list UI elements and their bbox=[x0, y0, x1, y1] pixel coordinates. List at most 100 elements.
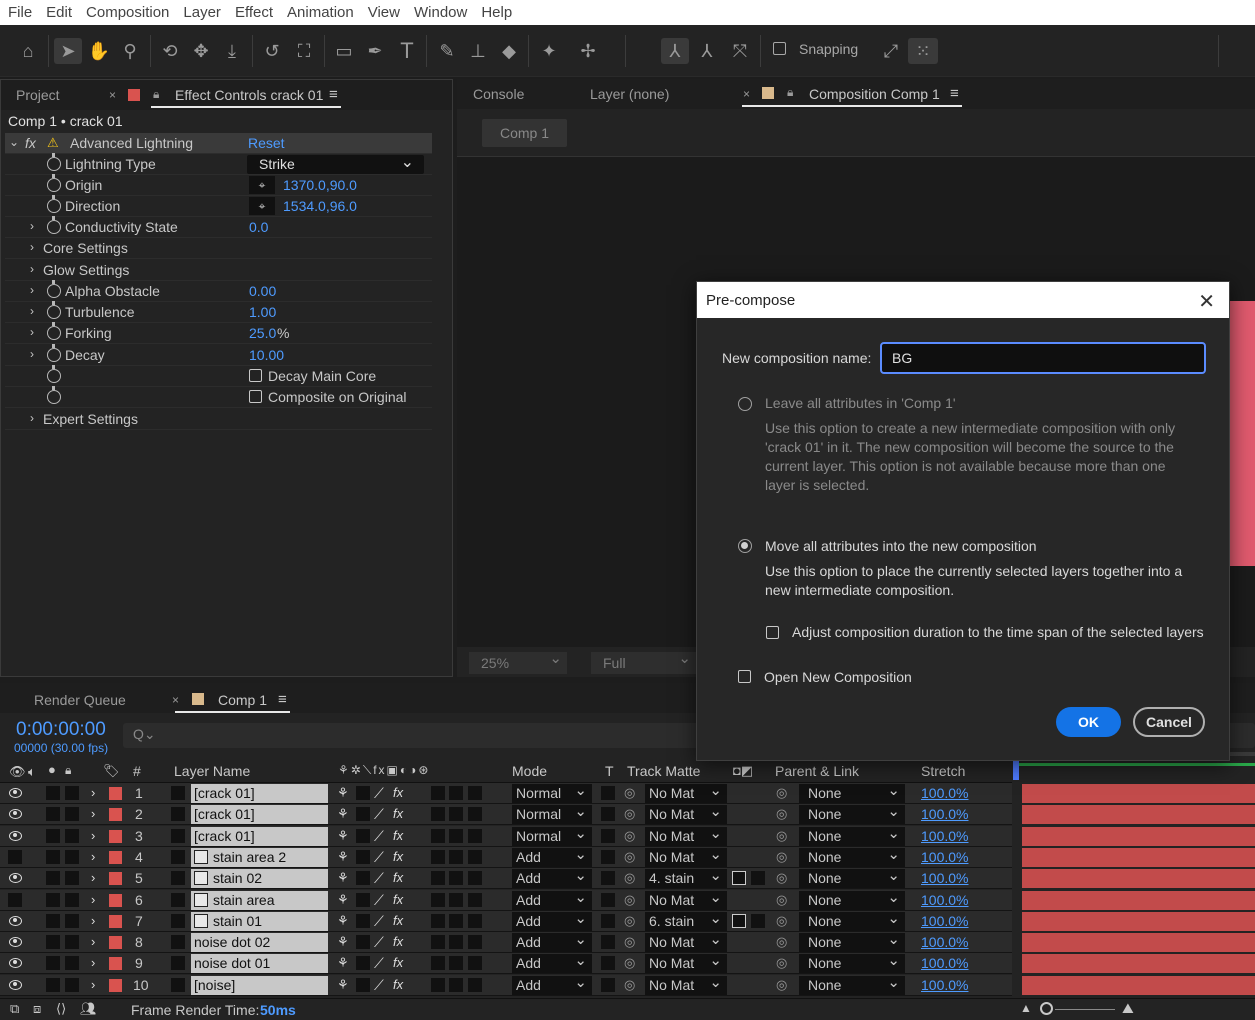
3d-layer-switch[interactable] bbox=[468, 849, 482, 864]
type-tool-icon[interactable]: T bbox=[394, 38, 420, 64]
track-matte-dropdown[interactable]: 4. stain bbox=[645, 866, 727, 889]
mode-dropdown[interactable]: Add bbox=[512, 930, 592, 953]
layer-label-color[interactable] bbox=[109, 872, 122, 886]
prop-value[interactable]: 0.00 bbox=[249, 283, 276, 299]
parent-dropdown[interactable]: None bbox=[799, 951, 905, 974]
close-tab-icon[interactable]: × bbox=[172, 693, 179, 707]
layer-duration-bar[interactable] bbox=[1022, 911, 1255, 931]
pickwhip-icon[interactable]: ◎ bbox=[624, 828, 635, 844]
pan-camera-icon[interactable]: ✥ bbox=[188, 38, 214, 64]
mode-dropdown[interactable]: Normal bbox=[512, 824, 592, 846]
home-icon[interactable]: ⌂ bbox=[15, 38, 41, 64]
effect-header-row[interactable]: ⌄ fx ⚠ Advanced Lightning Reset bbox=[5, 133, 432, 154]
stretch-value[interactable]: 100.0% bbox=[921, 934, 968, 950]
layer-duration-bar[interactable] bbox=[1022, 847, 1255, 867]
collapse-switch[interactable] bbox=[356, 871, 370, 886]
audio-toggle[interactable] bbox=[46, 871, 60, 886]
quality-switch-icon[interactable]: ⟋ bbox=[374, 955, 384, 972]
quality-switch-icon[interactable]: ⟋ bbox=[374, 934, 384, 951]
menu-edit[interactable]: Edit bbox=[46, 4, 72, 21]
chevron-right-icon[interactable]: › bbox=[91, 977, 95, 992]
shy-switch-icon[interactable]: ⚘ bbox=[337, 934, 349, 950]
fx-icon[interactable]: fx bbox=[393, 892, 403, 907]
layer-label-color[interactable] bbox=[109, 829, 122, 843]
track-matte-dropdown[interactable]: No Mat bbox=[645, 802, 727, 825]
track-matte-dropdown[interactable]: No Mat bbox=[645, 930, 727, 953]
layer-row[interactable]: › 10 [noise] ⚘ ⟋ fx Add ◎ No Mat ◎ None 100.0% bbox=[0, 973, 1012, 996]
shy-switch-icon[interactable]: ⚘ bbox=[337, 870, 349, 886]
layer-name[interactable]: noise dot 02 bbox=[191, 933, 328, 953]
pickwhip-icon[interactable]: ◎ bbox=[624, 870, 635, 886]
layer-row[interactable]: › 6 stain area ⚘ ⟋ fx Add ◎ No Mat ◎ None 100.0% bbox=[0, 888, 1012, 911]
chevron-right-icon[interactable]: › bbox=[30, 411, 34, 425]
zoom-dropdown[interactable]: 25% bbox=[469, 649, 567, 674]
parent-pickwhip-icon[interactable]: ◎ bbox=[776, 785, 787, 801]
parent-pickwhip-icon[interactable]: ◎ bbox=[776, 849, 787, 865]
menu-view[interactable]: View bbox=[368, 4, 400, 21]
adjust-duration-checkbox[interactable] bbox=[766, 626, 779, 639]
chevron-right-icon[interactable]: › bbox=[91, 870, 95, 885]
composite-on-original-checkbox[interactable]: Composite on Original bbox=[249, 389, 407, 405]
eye-icon[interactable]: 👁︎ bbox=[9, 764, 26, 780]
parent-dropdown[interactable]: None bbox=[799, 973, 905, 995]
snap-features-icon[interactable]: ⁙ bbox=[908, 38, 938, 64]
header-track-matte[interactable]: Track Matte bbox=[627, 763, 700, 779]
motion-blur-switch[interactable] bbox=[431, 956, 445, 971]
stretch-value[interactable]: 100.0% bbox=[921, 913, 968, 929]
chevron-right-icon[interactable]: › bbox=[91, 913, 95, 928]
stopwatch-icon[interactable] bbox=[47, 153, 61, 171]
layer-row[interactable]: › 2 [crack 01] ⚘ ⟋ fx Normal ◎ No Mat ◎ None 100.0% bbox=[0, 802, 1012, 826]
stopwatch-icon[interactable] bbox=[47, 301, 61, 319]
visibility-toggle[interactable] bbox=[8, 849, 22, 864]
panel-menu-icon[interactable]: ≡ bbox=[950, 85, 959, 102]
fx-icon[interactable]: fx bbox=[393, 977, 403, 992]
menu-animation[interactable]: Animation bbox=[287, 4, 354, 21]
tab-layer[interactable]: Layer (none) bbox=[590, 86, 669, 102]
fx-icon[interactable]: fx bbox=[393, 870, 403, 885]
eye-icon[interactable] bbox=[9, 788, 22, 798]
lightning-type-dropdown[interactable]: Strike ⌄ bbox=[247, 154, 424, 174]
eye-icon[interactable] bbox=[9, 937, 22, 948]
matte-alpha-icon[interactable] bbox=[732, 871, 746, 886]
panel-menu-icon[interactable]: ≡ bbox=[278, 691, 287, 708]
stopwatch-icon[interactable] bbox=[47, 280, 61, 298]
fx-icon[interactable]: fx bbox=[393, 849, 403, 864]
track-matte-dropdown[interactable]: No Mat bbox=[645, 781, 727, 803]
comp-flowchart-icon[interactable]: ⧈ bbox=[33, 1001, 41, 1017]
audio-toggle[interactable] bbox=[46, 977, 60, 992]
chevron-right-icon[interactable]: › bbox=[91, 849, 95, 864]
world-axis-icon[interactable]: ⅄ bbox=[694, 38, 720, 64]
layer-label-color[interactable] bbox=[109, 893, 122, 907]
hand-tool-icon[interactable]: ✋ bbox=[86, 38, 112, 64]
clone-stamp-icon[interactable]: ⊥ bbox=[465, 38, 491, 64]
rotation-tool-icon[interactable]: ↺ bbox=[259, 38, 285, 64]
audio-toggle[interactable] bbox=[46, 786, 60, 800]
audio-icon[interactable]: 🔈︎ bbox=[28, 764, 36, 780]
mode-dropdown[interactable]: Add bbox=[512, 951, 592, 974]
motion-blur-switch[interactable] bbox=[431, 828, 445, 843]
track-matte-dropdown[interactable]: No Mat bbox=[645, 951, 727, 974]
close-icon[interactable]: ✕ bbox=[1198, 289, 1215, 314]
prop-expert-settings[interactable]: › Expert Settings bbox=[5, 409, 432, 430]
matte-invert-toggle[interactable] bbox=[751, 913, 765, 928]
parent-dropdown[interactable]: None bbox=[799, 930, 905, 953]
rectangle-tool-icon[interactable]: ▭ bbox=[331, 38, 357, 64]
zoom-slider-handle[interactable] bbox=[1040, 1002, 1053, 1015]
motion-blur-switch[interactable] bbox=[431, 935, 445, 950]
menu-file[interactable]: File bbox=[8, 4, 32, 21]
quality-switch-icon[interactable]: ⟋ bbox=[374, 785, 384, 802]
collapse-switch[interactable] bbox=[356, 892, 370, 907]
header-mode[interactable]: Mode bbox=[512, 763, 547, 779]
header-layer-name[interactable]: Layer Name bbox=[174, 763, 250, 779]
preserve-transparency-toggle[interactable] bbox=[601, 849, 615, 864]
pickwhip-icon[interactable]: ◎ bbox=[624, 892, 635, 908]
parent-dropdown[interactable]: None bbox=[799, 888, 905, 910]
3d-layer-switch[interactable] bbox=[468, 935, 482, 950]
shy-switch-icon[interactable]: ⚘ bbox=[337, 977, 349, 993]
zoom-out-icon[interactable]: ▲ bbox=[1020, 1001, 1032, 1015]
pickwhip-icon[interactable]: ◎ bbox=[624, 913, 635, 929]
adjustment-switch[interactable] bbox=[449, 956, 463, 971]
audio-toggle[interactable] bbox=[46, 892, 60, 907]
eye-icon[interactable] bbox=[9, 830, 22, 841]
fx-icon[interactable]: fx bbox=[393, 828, 403, 843]
